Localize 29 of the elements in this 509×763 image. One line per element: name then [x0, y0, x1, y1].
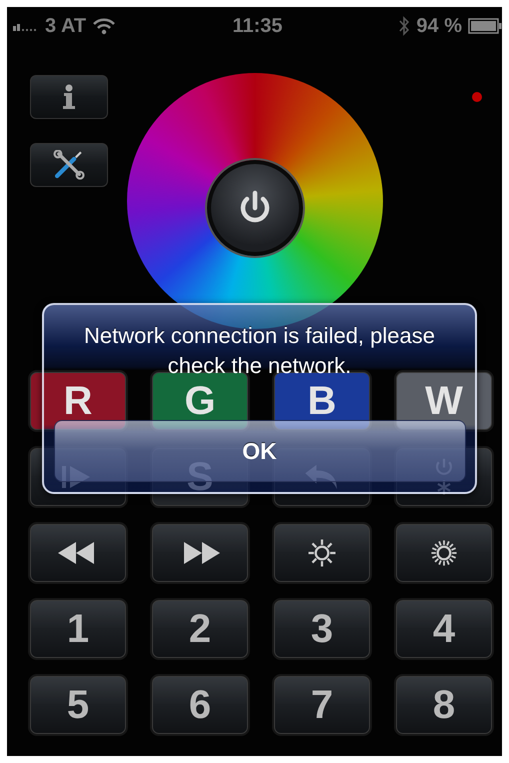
key-button[interactable]: 3 [274, 600, 370, 658]
key-button[interactable]: 2 [152, 600, 248, 658]
key-button[interactable]: B [274, 372, 370, 430]
settings-button[interactable] [30, 143, 108, 187]
key-button[interactable]: W [396, 372, 492, 430]
key-button[interactable]: 8 [396, 676, 492, 734]
tools-icon [52, 150, 86, 180]
key-button[interactable]: G [152, 372, 248, 430]
dim-button[interactable] [274, 524, 370, 582]
key-button[interactable]: 5 [30, 676, 126, 734]
forward-button[interactable] [152, 524, 248, 582]
carrier-name: 3 AT [45, 14, 86, 38]
clock-time: 11:35 [232, 14, 283, 38]
bluetooth-icon [398, 16, 410, 36]
key-button[interactable]: 6 [152, 676, 248, 734]
key-button[interactable]: 1 [30, 600, 126, 658]
key-button[interactable]: 4 [396, 600, 492, 658]
key-button[interactable]: R [30, 372, 126, 430]
status-light [472, 92, 482, 102]
wifi-icon [92, 17, 116, 35]
power-light-button[interactable] [396, 448, 492, 506]
info-button[interactable] [30, 75, 108, 119]
signal-icon [13, 21, 39, 31]
play-button[interactable] [30, 448, 126, 506]
rewind-button[interactable] [30, 524, 126, 582]
bright-button[interactable] [396, 524, 492, 582]
key-button[interactable]: 7 [274, 676, 370, 734]
battery-icon [468, 18, 502, 34]
battery-percent: 94 % [416, 14, 462, 38]
